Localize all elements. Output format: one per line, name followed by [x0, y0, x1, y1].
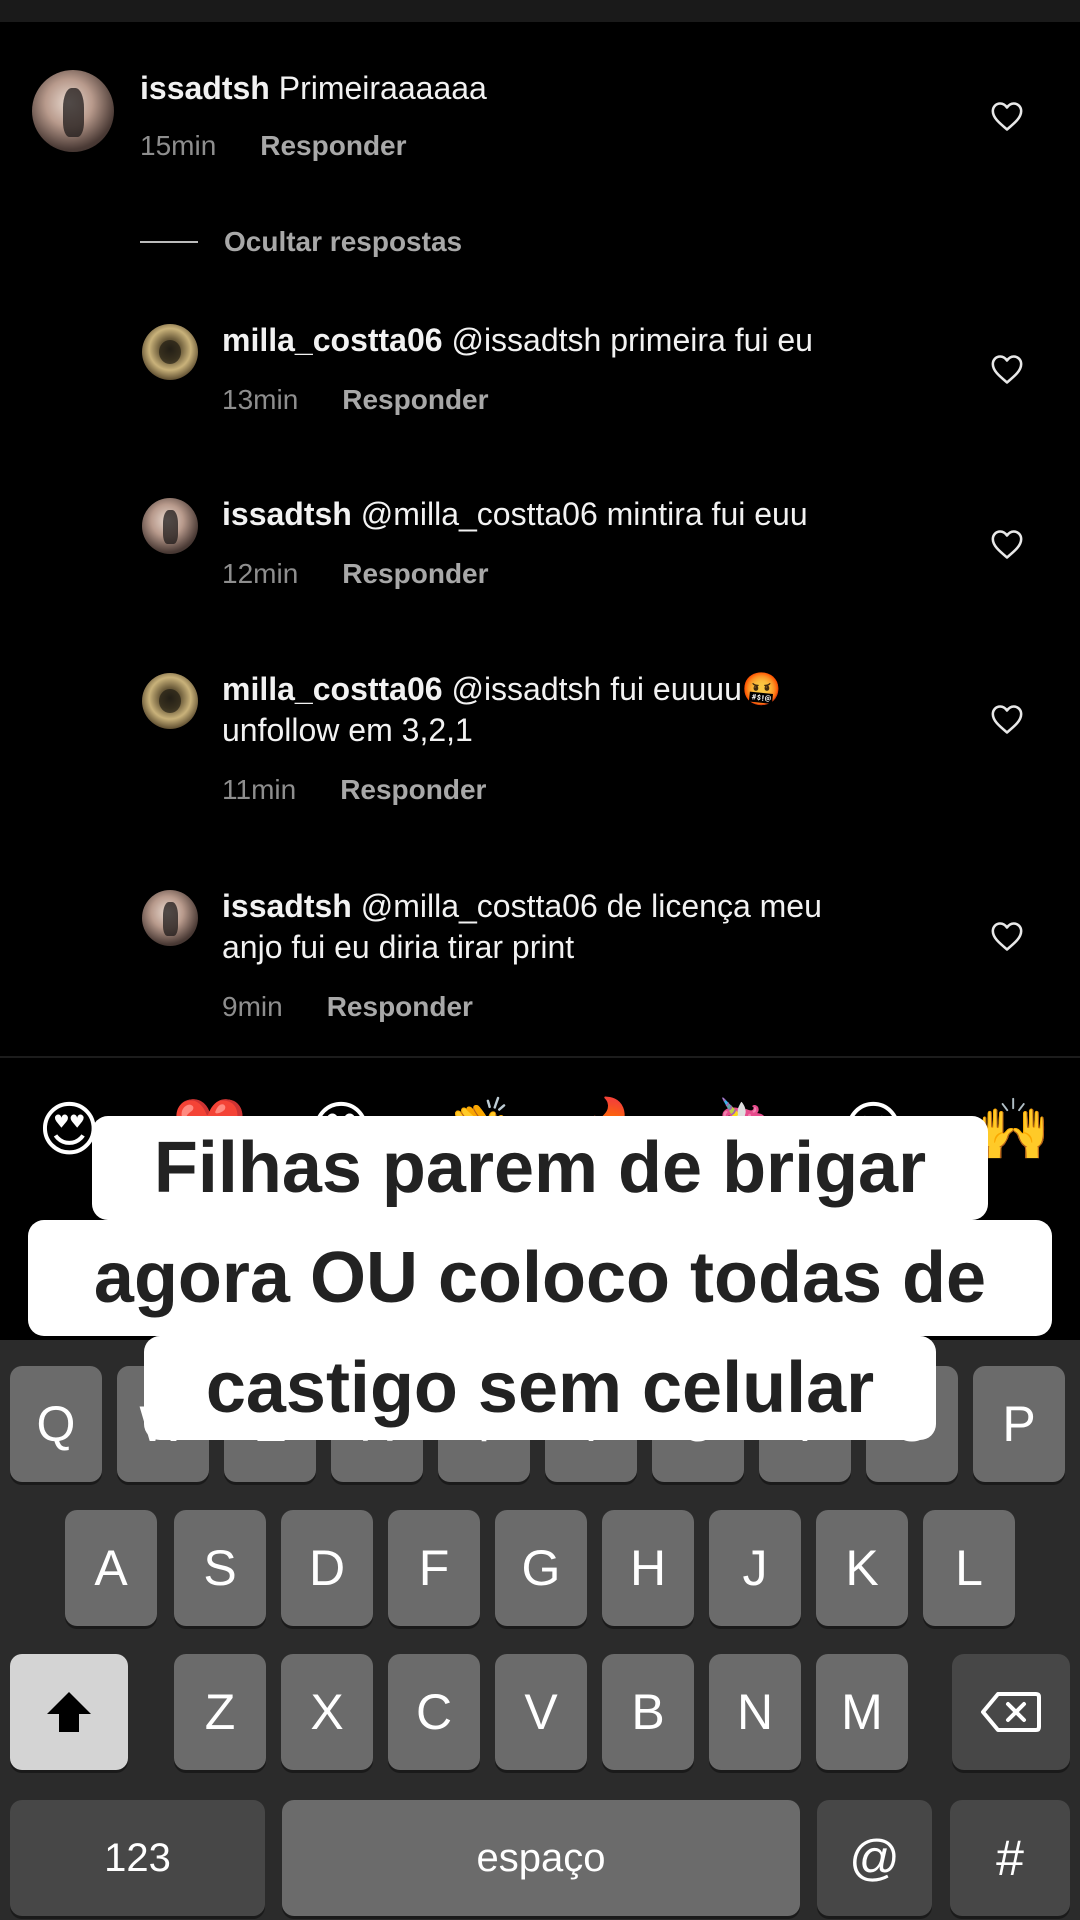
- avatar[interactable]: [142, 673, 198, 729]
- backspace-key[interactable]: [952, 1654, 1070, 1770]
- key-f[interactable]: F: [388, 1510, 480, 1626]
- key-m[interactable]: M: [816, 1654, 908, 1770]
- comment-username[interactable]: issadtsh: [222, 496, 352, 532]
- comment-body: @milla_costta06 de licença meu: [360, 888, 822, 924]
- comment-text: milla_costta06 @issadtsh primeira fui eu: [222, 320, 813, 361]
- comment-text: issadtsh @milla_costta06 de licença meu …: [222, 886, 822, 968]
- heart-icon[interactable]: [990, 353, 1024, 385]
- comment-body: @issadtsh fui euuuu🤬: [451, 671, 782, 707]
- key-d[interactable]: D: [281, 1510, 373, 1626]
- key-v[interactable]: V: [495, 1654, 587, 1770]
- comment-text: milla_costta06 @issadtsh fui euuuu🤬 unfo…: [222, 669, 782, 751]
- comment-username[interactable]: milla_costta06: [222, 671, 443, 707]
- reply-button[interactable]: Responder: [327, 991, 473, 1023]
- comment-meta: 12min Responder: [222, 558, 489, 590]
- key-a[interactable]: A: [65, 1510, 157, 1626]
- reply-button[interactable]: Responder: [342, 558, 488, 590]
- numbers-key[interactable]: 123: [10, 1800, 265, 1916]
- hash-key[interactable]: #: [950, 1800, 1070, 1916]
- comment-username[interactable]: milla_costta06: [222, 322, 443, 358]
- reply-button[interactable]: Responder: [260, 130, 406, 162]
- comment-time: 9min: [222, 991, 283, 1022]
- caption-line-1: Filhas parem de brigar: [92, 1116, 988, 1220]
- shift-key[interactable]: [10, 1654, 128, 1770]
- comment-meta: 11min Responder: [222, 774, 486, 806]
- comment-time: 11min: [222, 774, 297, 805]
- key-l[interactable]: L: [923, 1510, 1015, 1626]
- space-key[interactable]: espaço: [282, 1800, 800, 1916]
- avatar[interactable]: [142, 324, 198, 380]
- comment-time: 15min: [140, 130, 217, 161]
- key-g[interactable]: G: [495, 1510, 587, 1626]
- caption-line-2: agora OU coloco todas de: [28, 1220, 1052, 1336]
- comment-body: Primeiraaaaaa: [278, 70, 487, 106]
- key-h[interactable]: H: [602, 1510, 694, 1626]
- shift-arrow-icon: [47, 1692, 91, 1732]
- status-bar: [0, 0, 1080, 22]
- comment-meta: 9min Responder: [222, 991, 473, 1023]
- key-x[interactable]: X: [281, 1654, 373, 1770]
- divider: [0, 1056, 1080, 1058]
- comment-meta: 15min Responder: [140, 130, 407, 162]
- key-q[interactable]: Q: [10, 1366, 102, 1482]
- key-z[interactable]: Z: [174, 1654, 266, 1770]
- avatar[interactable]: [142, 890, 198, 946]
- avatar[interactable]: [32, 70, 114, 152]
- hide-replies-button[interactable]: Ocultar respostas: [140, 226, 462, 258]
- key-p[interactable]: P: [973, 1366, 1065, 1482]
- caption-line-3: castigo sem celular: [144, 1336, 936, 1440]
- comment-time: 12min: [222, 558, 299, 589]
- key-n[interactable]: N: [709, 1654, 801, 1770]
- reply-button[interactable]: Responder: [340, 774, 486, 806]
- hide-replies-label: Ocultar respostas: [224, 226, 463, 257]
- comment-body: @milla_costta06 mintira fui euu: [360, 496, 808, 532]
- comment-username[interactable]: issadtsh: [140, 70, 270, 106]
- comment-username[interactable]: issadtsh: [222, 888, 352, 924]
- heart-icon[interactable]: [990, 528, 1024, 560]
- reply-button[interactable]: Responder: [342, 384, 488, 416]
- divider-line: [140, 241, 198, 243]
- at-key[interactable]: @: [817, 1800, 932, 1916]
- comment-body: @issadtsh primeira fui eu: [451, 322, 813, 358]
- backspace-icon: [981, 1692, 1041, 1732]
- comment-body-line2: anjo fui eu diria tirar print: [222, 929, 575, 965]
- heart-icon[interactable]: [990, 920, 1024, 952]
- screen: issadtsh Primeiraaaaaa 15min Responder O…: [0, 0, 1080, 1920]
- heart-icon[interactable]: [990, 703, 1024, 735]
- comment-body-line2: unfollow em 3,2,1: [222, 712, 473, 748]
- key-s[interactable]: S: [174, 1510, 266, 1626]
- key-b[interactable]: B: [602, 1654, 694, 1770]
- avatar[interactable]: [142, 498, 198, 554]
- comment-meta: 13min Responder: [222, 384, 489, 416]
- comment-text: issadtsh Primeiraaaaaa: [140, 68, 487, 109]
- key-k[interactable]: K: [816, 1510, 908, 1626]
- key-c[interactable]: C: [388, 1654, 480, 1770]
- key-j[interactable]: J: [709, 1510, 801, 1626]
- comment-text: issadtsh @milla_costta06 mintira fui euu: [222, 494, 808, 535]
- heart-icon[interactable]: [990, 100, 1024, 132]
- comment-time: 13min: [222, 384, 299, 415]
